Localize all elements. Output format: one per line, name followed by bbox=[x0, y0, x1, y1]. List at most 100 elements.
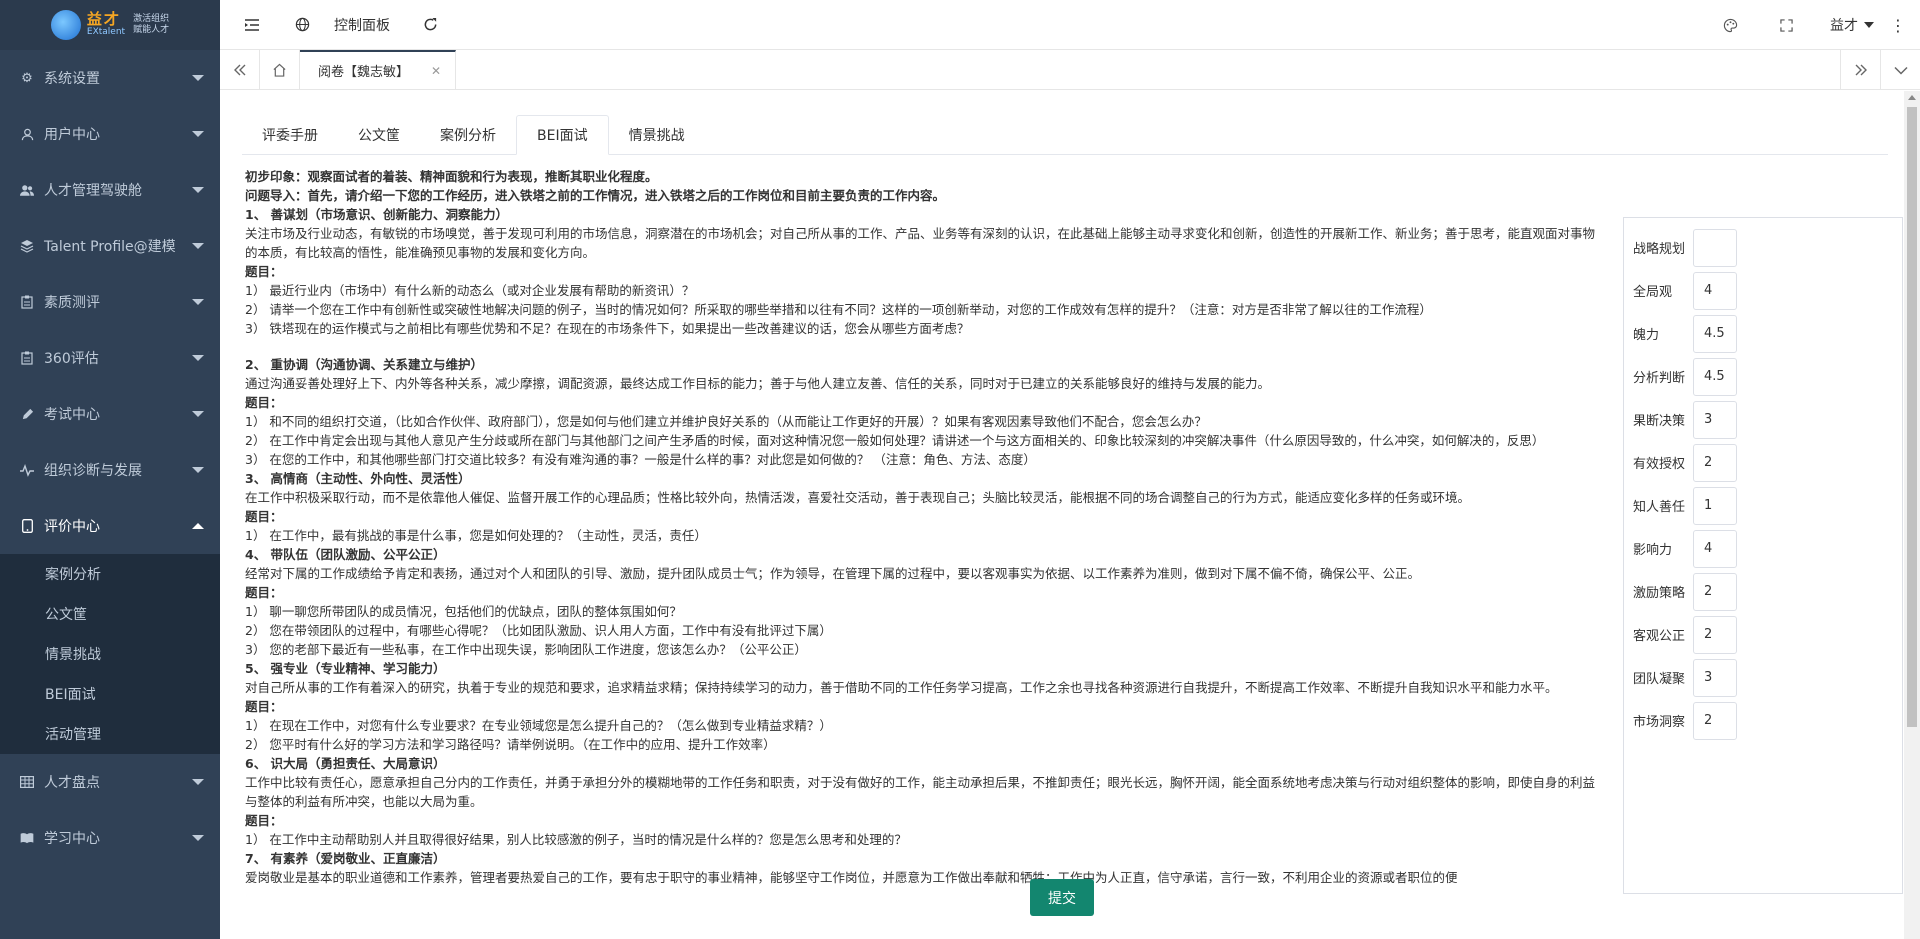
pen-icon bbox=[20, 407, 34, 421]
score-input[interactable]: 4 bbox=[1693, 529, 1737, 568]
score-input[interactable]: 4 bbox=[1693, 271, 1737, 310]
guide-text: 2） 请举一个您在工作中有创新性或突破性地解决问题的例子，当时的情况如何？所采取… bbox=[245, 302, 1432, 317]
score-input[interactable]: 2 bbox=[1693, 615, 1737, 654]
sidebar-item-talent-inventory[interactable]: 人才盘点 bbox=[0, 754, 220, 810]
globe-icon[interactable] bbox=[284, 0, 320, 50]
score-label: 影响力 bbox=[1633, 543, 1673, 558]
close-icon[interactable]: ✕ bbox=[431, 64, 441, 78]
gear-icon: ⚙ bbox=[21, 70, 33, 86]
sidebar-item-label: 组织诊断与发展 bbox=[44, 463, 142, 479]
logo-main-text: 益才 bbox=[86, 10, 121, 29]
sidebar-item-learning-center[interactable]: 学习中心 bbox=[0, 810, 220, 866]
chevron-down-icon bbox=[192, 355, 204, 361]
guide-text: 爱岗敬业是基本的职业道德和工作素养，管理者要热爱自己的工作，要有忠于职守的事业精… bbox=[245, 870, 1458, 885]
guide-heading: 题目： bbox=[245, 509, 283, 524]
score-input[interactable] bbox=[1693, 228, 1737, 267]
scrollbar-thumb[interactable] bbox=[1907, 107, 1917, 727]
palette-icon[interactable] bbox=[1712, 0, 1748, 50]
guide-text: 2） 您平时有什么好的学习方法和学习路径吗？请举例说明。（在工作中的应用、提升工… bbox=[245, 737, 776, 752]
tab-bei-interview[interactable]: BEI面试 bbox=[516, 115, 609, 155]
breadcrumb-dashboard[interactable]: 控制面板 bbox=[334, 15, 390, 35]
logo[interactable]: 益才 EXtalent 激活组织 赋能人才 bbox=[0, 0, 220, 50]
guide-heading: 5、 强专业（专业精神、学习能力） bbox=[245, 661, 446, 676]
score-label: 激励策略 bbox=[1633, 586, 1686, 601]
scroll-left-icon[interactable] bbox=[220, 50, 260, 89]
sidebar-item-evaluation-center[interactable]: 评价中心 bbox=[0, 498, 220, 554]
score-input[interactable]: 2 bbox=[1693, 443, 1737, 482]
guide-text: 关注市场及行业动态，有敏锐的市场嗅觉，善于发现可利用的市场信息，洞察潜在的市场机… bbox=[245, 226, 1596, 260]
guide-text: 1） 聊一聊您所带团队的成员情况，包括他们的优缺点，团队的整体氛围如何？ bbox=[245, 604, 682, 619]
guide-text: 1） 和不同的组织打交道，（比如合作伙伴、政府部门），您是如何与他们建立并维护良… bbox=[245, 414, 1207, 429]
submenu-item-bei-interview[interactable]: BEI面试 bbox=[0, 674, 220, 714]
tab-in-basket[interactable]: 公文筐 bbox=[338, 115, 420, 155]
sidebar-item-360-evaluation[interactable]: 360评估 bbox=[0, 330, 220, 386]
guide-heading: 2、 重协调（沟通协调、关系建立与维护） bbox=[245, 357, 484, 372]
grid-icon bbox=[20, 775, 34, 789]
home-icon[interactable] bbox=[260, 50, 300, 89]
score-label: 全局观 bbox=[1633, 285, 1673, 300]
sidebar-item-quality-assessment[interactable]: 素质测评 bbox=[0, 274, 220, 330]
tablet-icon bbox=[20, 519, 34, 533]
caret-down-icon bbox=[1864, 22, 1874, 28]
chevron-down-icon[interactable] bbox=[1880, 50, 1920, 90]
chevron-down-icon bbox=[192, 243, 204, 249]
sidebar-item-exam-center[interactable]: 考试中心 bbox=[0, 386, 220, 442]
guide-text: 经常对下属的工作成绩给予肯定和表扬，通过对个人和团队的引导、激励，提升团队成员士… bbox=[245, 566, 1421, 581]
submenu-item-case-analysis[interactable]: 案例分析 bbox=[0, 554, 220, 594]
scrollbar[interactable] bbox=[1904, 91, 1920, 939]
users-icon bbox=[20, 183, 34, 197]
tab-scenario-challenge[interactable]: 情景挑战 bbox=[609, 115, 705, 155]
submit-button[interactable]: 提交 bbox=[1030, 879, 1094, 916]
score-input[interactable]: 1 bbox=[1693, 486, 1737, 525]
evaluation-submenu: 案例分析 公文筐 情景挑战 BEI面试 活动管理 bbox=[0, 554, 220, 754]
sidebar-item-label: 考试中心 bbox=[44, 407, 100, 423]
pulse-icon bbox=[20, 463, 34, 477]
sidebar-item-talent-profile[interactable]: Talent Profile@建模 bbox=[0, 218, 220, 274]
chevron-down-icon bbox=[192, 187, 204, 193]
logo-sub-text: EXtalent bbox=[86, 27, 126, 38]
refresh-icon[interactable] bbox=[412, 0, 448, 50]
sidebar-item-org-diagnosis[interactable]: 组织诊断与发展 bbox=[0, 442, 220, 498]
scroll-right-icon[interactable] bbox=[1840, 50, 1880, 90]
sidebar-item-label: 360评估 bbox=[44, 351, 99, 367]
menu-toggle-icon[interactable] bbox=[234, 0, 270, 50]
score-input[interactable]: 2 bbox=[1693, 572, 1737, 611]
user-menu[interactable]: 益才 bbox=[1830, 15, 1874, 35]
score-row: 有效授权 2 bbox=[1624, 441, 1902, 484]
score-label: 团队凝聚 bbox=[1633, 672, 1686, 687]
sidebar-item-system-settings[interactable]: ⚙ 系统设置 bbox=[0, 50, 220, 106]
score-input[interactable]: 3 bbox=[1693, 400, 1737, 439]
sidebar-item-label: 人才盘点 bbox=[44, 775, 100, 791]
chevron-down-icon bbox=[192, 299, 204, 305]
score-input[interactable]: 3 bbox=[1693, 658, 1737, 697]
guide-heading: 题目： bbox=[245, 264, 283, 279]
score-input[interactable]: 4.5 bbox=[1693, 357, 1737, 396]
score-input[interactable]: 2 bbox=[1693, 701, 1737, 740]
score-label: 魄力 bbox=[1633, 328, 1660, 343]
scroll-up-arrow-icon[interactable] bbox=[1908, 95, 1916, 100]
more-vertical-icon[interactable]: ⋮ bbox=[1890, 16, 1906, 35]
sidebar-item-label: 用户中心 bbox=[44, 127, 100, 143]
fullscreen-icon[interactable] bbox=[1768, 0, 1804, 50]
score-label: 分析判断 bbox=[1633, 371, 1686, 386]
tab-case-analysis[interactable]: 案例分析 bbox=[420, 115, 516, 155]
guide-heading: 7、 有素养（爱岗敬业、正直廉洁） bbox=[245, 851, 446, 866]
submenu-item-in-basket[interactable]: 公文筐 bbox=[0, 594, 220, 634]
guide-heading: 题目： bbox=[245, 585, 283, 600]
guide-text: 1） 在工作中主动帮助别人并且取得很好结果，别人比较感激的例子，当时的情况是什么… bbox=[245, 832, 907, 847]
guide-text: 对自己所从事的工作有着深入的研究，执着于专业的规范和要求，追求精益求精；保持持续… bbox=[245, 680, 1558, 695]
guide-text: 3） 铁塔现在的运作模式与之前相比有哪些优势和不足？在现在的市场条件下，如果提出… bbox=[245, 321, 970, 336]
submenu-item-scenario-challenge[interactable]: 情景挑战 bbox=[0, 634, 220, 674]
tab-judge-manual[interactable]: 评委手册 bbox=[242, 115, 338, 155]
tab-grading-tag[interactable]: 阅卷【魏志敏】 ✕ bbox=[300, 50, 457, 89]
submenu-item-activity-management[interactable]: 活动管理 bbox=[0, 714, 220, 754]
chevron-down-icon bbox=[192, 411, 204, 417]
score-label: 知人善任 bbox=[1633, 500, 1686, 515]
guide-heading: 3、 高情商（主动性、外向性、灵活性） bbox=[245, 471, 471, 486]
sidebar-item-user-center[interactable]: 用户中心 bbox=[0, 106, 220, 162]
sidebar-item-label: 评价中心 bbox=[44, 519, 100, 535]
score-input[interactable]: 4.5 bbox=[1693, 314, 1737, 353]
book-icon bbox=[20, 831, 34, 845]
sidebar-item-talent-cockpit[interactable]: 人才管理驾驶舱 bbox=[0, 162, 220, 218]
top-navbar: 控制面板 益才 ⋮ bbox=[220, 0, 1920, 50]
